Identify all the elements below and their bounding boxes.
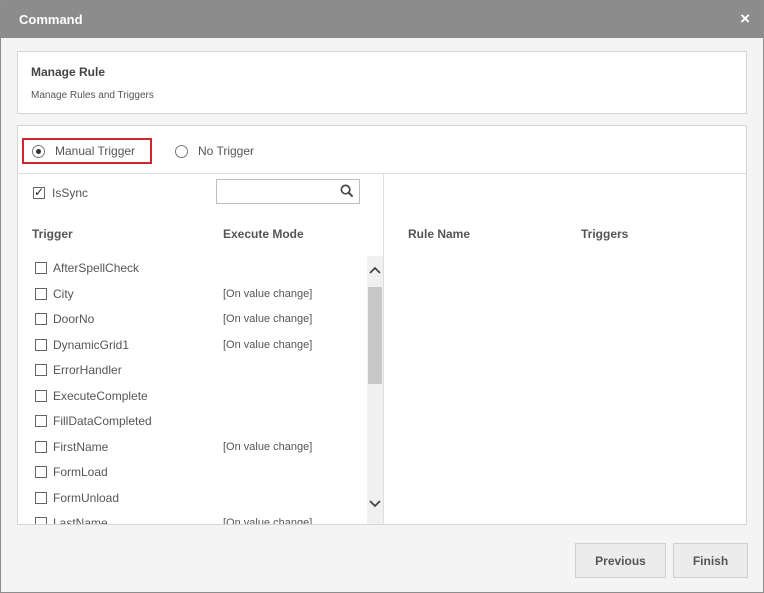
command-dialog: Command × Manage Rule Manage Rules and T…	[0, 0, 764, 593]
item-checkbox[interactable]	[35, 389, 47, 402]
item-name: FirstName	[53, 439, 109, 454]
item-name: ErrorHandler	[53, 363, 122, 377]
item-checkbox[interactable]	[35, 440, 47, 453]
item-checkbox[interactable]	[35, 364, 47, 376]
item-name: DynamicGrid1	[53, 337, 130, 352]
item-checkbox[interactable]	[35, 262, 47, 274]
list-item[interactable]: City [On value change]	[18, 282, 366, 306]
rule-list-pane: Rule Name Triggers	[384, 174, 746, 524]
search-input[interactable]	[217, 180, 335, 203]
manage-rule-header: Manage Rule Manage Rules and Triggers	[17, 51, 747, 114]
list-item[interactable]: ExecuteComplete	[18, 384, 366, 408]
manage-rule-subtitle: Manage Rules and Triggers	[31, 90, 154, 101]
manual-trigger-radio[interactable]: Manual Trigger	[22, 138, 152, 164]
item-checkbox[interactable]	[35, 491, 47, 504]
list-item[interactable]: FormUnload	[18, 486, 366, 510]
scrollbar-thumb[interactable]	[368, 287, 382, 384]
list-item[interactable]: DynamicGrid1 [On value change]	[18, 333, 366, 357]
item-name: City	[53, 286, 74, 301]
rule-editor-panel: Manual Trigger No Trigger IsSync Trigger…	[17, 125, 747, 525]
item-checkbox[interactable]	[35, 517, 47, 524]
dialog-titlebar: Command ×	[1, 1, 763, 38]
list-item[interactable]: FormLoad	[18, 460, 366, 484]
trigger-type-row: Manual Trigger No Trigger	[18, 126, 746, 174]
item-execute-mode: [On value change]	[223, 287, 313, 300]
item-name: DoorNo	[53, 312, 95, 326]
radio-button-selected[interactable]	[32, 144, 45, 158]
manual-trigger-label: Manual Trigger	[55, 144, 136, 158]
item-checkbox[interactable]	[35, 313, 47, 325]
item-execute-mode: [On value change]	[223, 517, 313, 525]
item-name: FormUnload	[53, 490, 120, 505]
issync-checkbox[interactable]: IsSync	[33, 185, 89, 200]
chevron-up-icon[interactable]	[367, 263, 383, 277]
triggers-column-header: Triggers	[581, 227, 629, 241]
trigger-column-header: Trigger	[32, 227, 73, 241]
item-name: ExecuteComplete	[53, 388, 148, 403]
list-item[interactable]: AfterSpellCheck	[18, 256, 366, 280]
list-item[interactable]: ErrorHandler	[18, 358, 366, 382]
list-item[interactable]: FillDataCompleted	[18, 409, 366, 433]
issync-checkbox-box[interactable]	[33, 185, 45, 199]
item-checkbox[interactable]	[35, 287, 47, 300]
item-checkbox[interactable]	[35, 338, 47, 351]
dialog-title: Command	[19, 12, 83, 27]
finish-button[interactable]: Finish	[673, 543, 748, 578]
chevron-down-icon[interactable]	[367, 497, 383, 511]
item-name: FormLoad	[53, 465, 108, 479]
item-execute-mode: [On value change]	[223, 338, 313, 351]
radio-button[interactable]	[175, 144, 188, 158]
close-icon[interactable]: ×	[740, 9, 750, 29]
trigger-search[interactable]	[216, 179, 360, 204]
manage-rule-title: Manage Rule	[31, 65, 106, 79]
trigger-list: AfterSpellCheck City [On value change] D…	[18, 256, 366, 525]
rule-name-column-header: Rule Name	[408, 227, 471, 241]
item-checkbox[interactable]	[35, 415, 47, 427]
execute-mode-column-header: Execute Mode	[223, 227, 304, 241]
search-icon[interactable]	[340, 184, 354, 198]
item-execute-mode: [On value change]	[223, 313, 313, 325]
item-name: LastName	[53, 516, 108, 525]
list-item[interactable]: LastName [On value change]	[18, 511, 366, 525]
item-name: AfterSpellCheck	[53, 261, 140, 275]
trigger-list-pane: IsSync Trigger Execute Mode AfterSpellCh…	[18, 174, 384, 525]
previous-button[interactable]: Previous	[575, 543, 666, 578]
list-item[interactable]: FirstName [On value change]	[18, 435, 366, 459]
item-name: FillDataCompleted	[53, 414, 152, 428]
item-checkbox[interactable]	[35, 466, 47, 478]
list-item[interactable]: DoorNo [On value change]	[18, 307, 366, 331]
no-trigger-label: No Trigger	[198, 144, 255, 158]
no-trigger-radio[interactable]: No Trigger	[175, 138, 254, 164]
item-execute-mode: [On value change]	[223, 440, 313, 453]
trigger-list-scrollbar[interactable]	[367, 256, 383, 524]
issync-label: IsSync	[52, 186, 89, 200]
